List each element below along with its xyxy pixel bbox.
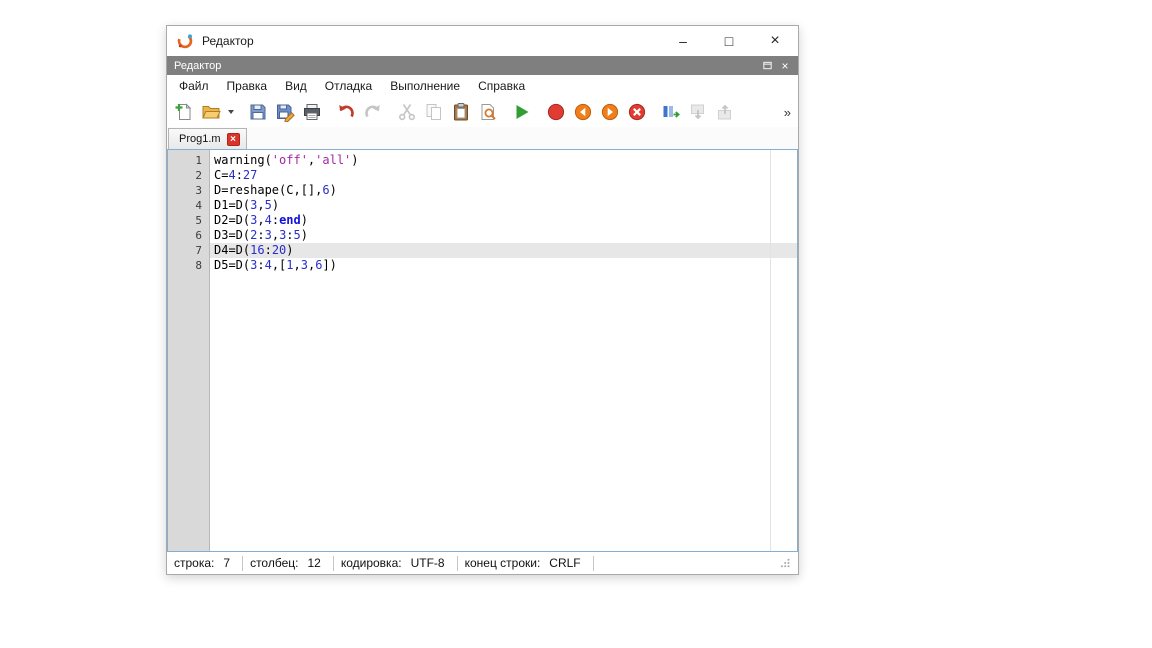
tab-prog1[interactable]: Prog1.m × xyxy=(168,128,247,149)
code-line-2[interactable]: C=4:27 xyxy=(210,168,797,183)
tab-label: Prog1.m xyxy=(179,133,221,145)
editor-window: Редактор – □ × Редактор × ФайлПравкаВидО… xyxy=(166,25,799,575)
maximize-button[interactable]: □ xyxy=(706,26,752,56)
step-in-button[interactable] xyxy=(684,99,711,125)
menu-bar: ФайлПравкаВидОтладкаВыполнениеСправка xyxy=(167,75,798,97)
menu-edit[interactable]: Правка xyxy=(218,76,277,96)
status-bar: строка: 7 столбец: 12 кодировка: UTF-8 к… xyxy=(167,552,798,574)
menu-view[interactable]: Вид xyxy=(276,76,316,96)
line-number-3[interactable]: 3 xyxy=(168,183,209,198)
status-encoding-value: UTF-8 xyxy=(411,556,445,570)
code-line-4[interactable]: D1=D(3,5) xyxy=(210,198,797,213)
redo-button[interactable] xyxy=(359,99,386,125)
status-separator xyxy=(333,556,334,571)
run-script-button[interactable] xyxy=(508,99,535,125)
code-editor[interactable]: 12345678 warning('off','all')C=4:27D=res… xyxy=(167,149,798,552)
status-separator xyxy=(242,556,243,571)
status-encoding-label: кодировка: xyxy=(341,556,402,570)
window-title: Редактор xyxy=(202,34,254,48)
line-number-8[interactable]: 8 xyxy=(168,258,209,273)
status-column-value: 12 xyxy=(307,556,320,570)
code-line-1[interactable]: warning('off','all') xyxy=(210,153,797,168)
line-number-5[interactable]: 5 xyxy=(168,213,209,228)
remove-breakpoints-button[interactable] xyxy=(623,99,650,125)
line-number-2[interactable]: 2 xyxy=(168,168,209,183)
code-line-3[interactable]: D=reshape(C,[],6) xyxy=(210,183,797,198)
status-eol-label: конец строки: xyxy=(465,556,541,570)
code-line-7[interactable]: D4=D(16:20) xyxy=(210,243,797,258)
code-area[interactable]: warning('off','all')C=4:27D=reshape(C,[]… xyxy=(210,150,797,551)
open-file-dropdown-button[interactable] xyxy=(224,99,237,125)
status-separator xyxy=(593,556,594,571)
desktop: Редактор – □ × Редактор × ФайлПравкаВидО… xyxy=(0,0,1152,648)
resize-grip[interactable] xyxy=(780,557,791,574)
dock-float-button[interactable] xyxy=(758,58,776,74)
print-button[interactable] xyxy=(298,99,325,125)
line-number-4[interactable]: 4 xyxy=(168,198,209,213)
status-line-value: 7 xyxy=(223,556,230,570)
menu-help[interactable]: Справка xyxy=(469,76,534,96)
minimize-button[interactable]: – xyxy=(660,26,706,56)
undo-button[interactable] xyxy=(332,99,359,125)
save-file-button[interactable] xyxy=(244,99,271,125)
octave-logo-icon xyxy=(176,32,194,50)
step-button[interactable] xyxy=(657,99,684,125)
dock-title: Редактор xyxy=(174,60,221,72)
copy-button[interactable] xyxy=(420,99,447,125)
cut-button[interactable] xyxy=(393,99,420,125)
dock-close-button[interactable]: × xyxy=(776,58,794,74)
status-column-label: столбец: xyxy=(250,556,298,570)
prev-breakpoint-button[interactable] xyxy=(569,99,596,125)
close-button[interactable]: × xyxy=(752,26,798,56)
tab-close-icon[interactable]: × xyxy=(227,133,240,146)
next-breakpoint-button[interactable] xyxy=(596,99,623,125)
dock-title-bar[interactable]: Редактор × xyxy=(167,56,798,75)
long-line-marker xyxy=(770,150,771,551)
line-number-1[interactable]: 1 xyxy=(168,153,209,168)
toggle-breakpoint-button[interactable] xyxy=(542,99,569,125)
code-line-5[interactable]: D2=D(3,4:end) xyxy=(210,213,797,228)
line-number-7[interactable]: 7 xyxy=(168,243,209,258)
tab-bar: Prog1.m × xyxy=(167,127,798,149)
menu-run[interactable]: Выполнение xyxy=(381,76,469,96)
toolbar-overflow-button[interactable]: » xyxy=(780,105,795,120)
save-file-as-button[interactable] xyxy=(271,99,298,125)
status-separator xyxy=(457,556,458,571)
open-file-button[interactable] xyxy=(197,99,224,125)
gutter[interactable]: 12345678 xyxy=(168,150,210,551)
line-number-6[interactable]: 6 xyxy=(168,228,209,243)
code-line-8[interactable]: D5=D(3:4,[1,3,6]) xyxy=(210,258,797,273)
step-out-button[interactable] xyxy=(711,99,738,125)
toolbar-buttons xyxy=(170,99,738,125)
menu-debug[interactable]: Отладка xyxy=(316,76,381,96)
code-line-6[interactable]: D3=D(2:3,3:5) xyxy=(210,228,797,243)
toolbar: » xyxy=(167,97,798,127)
paste-button[interactable] xyxy=(447,99,474,125)
find-replace-button[interactable] xyxy=(474,99,501,125)
new-script-button[interactable] xyxy=(170,99,197,125)
menu-file[interactable]: Файл xyxy=(170,76,218,96)
status-line-label: строка: xyxy=(174,556,214,570)
title-bar[interactable]: Редактор – □ × xyxy=(167,26,798,56)
status-eol-value: CRLF xyxy=(549,556,580,570)
